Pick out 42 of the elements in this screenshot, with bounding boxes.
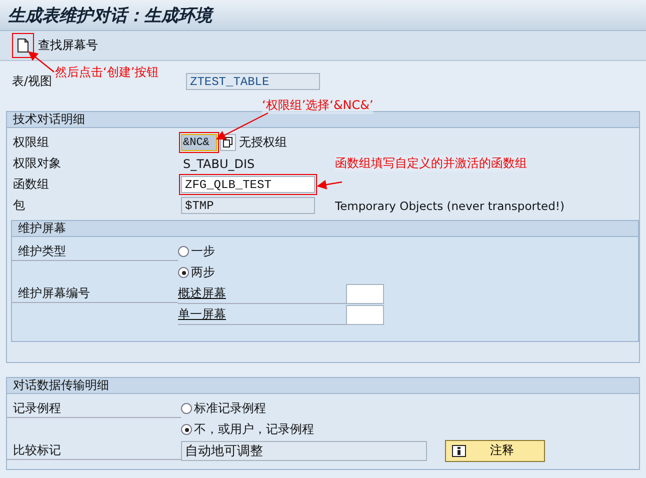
annotation-arrow xyxy=(316,180,342,190)
field-label: 维护类型 xyxy=(12,242,178,261)
auth-object-value: S_TABU_DIS xyxy=(182,156,255,170)
create-button[interactable] xyxy=(14,35,32,56)
field-label: 包 xyxy=(12,197,26,214)
field-label: 比较标记 xyxy=(7,441,181,460)
radio-button[interactable] xyxy=(181,424,192,435)
field-label: 权限组 xyxy=(12,134,50,151)
annotation-text: 然后点击‘创建’按钮 xyxy=(55,64,159,81)
annotation-text: 函数组填写自定义的并激活的函数组 xyxy=(335,155,527,172)
annotation-text: ‘权限组’选择‘&NC&’ xyxy=(262,97,374,114)
annotation-arrow xyxy=(28,51,54,72)
table-view-field[interactable]: ZTEST_TABLE xyxy=(186,73,320,90)
screen-number-field[interactable] xyxy=(346,284,384,304)
field-label: 记录例程 xyxy=(7,399,181,418)
auth-group-description: 无授权组 xyxy=(239,134,287,151)
field-label: 权限对象 xyxy=(12,155,62,172)
compare-flag-field[interactable]: 自动地可调整 xyxy=(181,440,427,460)
copy-icon xyxy=(223,137,233,148)
function-group-field[interactable]: ZFG_QLB_TEST xyxy=(181,176,315,193)
window-title: 生成表维护对话：生成环境 xyxy=(8,4,212,26)
package-description: Temporary Objects (never transported!) xyxy=(335,198,564,212)
auth-group-field[interactable]: &NC& xyxy=(181,134,217,151)
radio-option[interactable]: 标准记录例程 xyxy=(181,400,266,417)
radio-option[interactable]: 不，或用户，记录例程 xyxy=(181,421,314,438)
field-label: 表/视图 xyxy=(11,73,54,90)
radio-button[interactable] xyxy=(181,403,192,414)
radio-option[interactable]: 两步 xyxy=(178,264,215,281)
radio-button[interactable] xyxy=(178,267,189,278)
group-title: 对话数据传输明细 xyxy=(13,378,109,392)
radio-button[interactable] xyxy=(178,246,189,257)
screen-number-field[interactable] xyxy=(346,304,384,324)
find-screen-button[interactable]: 查找屏幕号 xyxy=(36,35,100,56)
package-field[interactable]: $TMP xyxy=(181,197,315,214)
note-button[interactable]: 注释 xyxy=(445,440,545,462)
group-title: 维护屏幕 xyxy=(18,221,66,235)
radio-option[interactable]: 一步 xyxy=(178,243,215,260)
document-icon xyxy=(17,38,29,53)
group-title: 技术对话明细 xyxy=(13,112,85,126)
info-icon xyxy=(452,444,466,456)
field-label: 函数组 xyxy=(12,176,50,193)
field-label: 维护屏幕编号 xyxy=(12,284,178,303)
